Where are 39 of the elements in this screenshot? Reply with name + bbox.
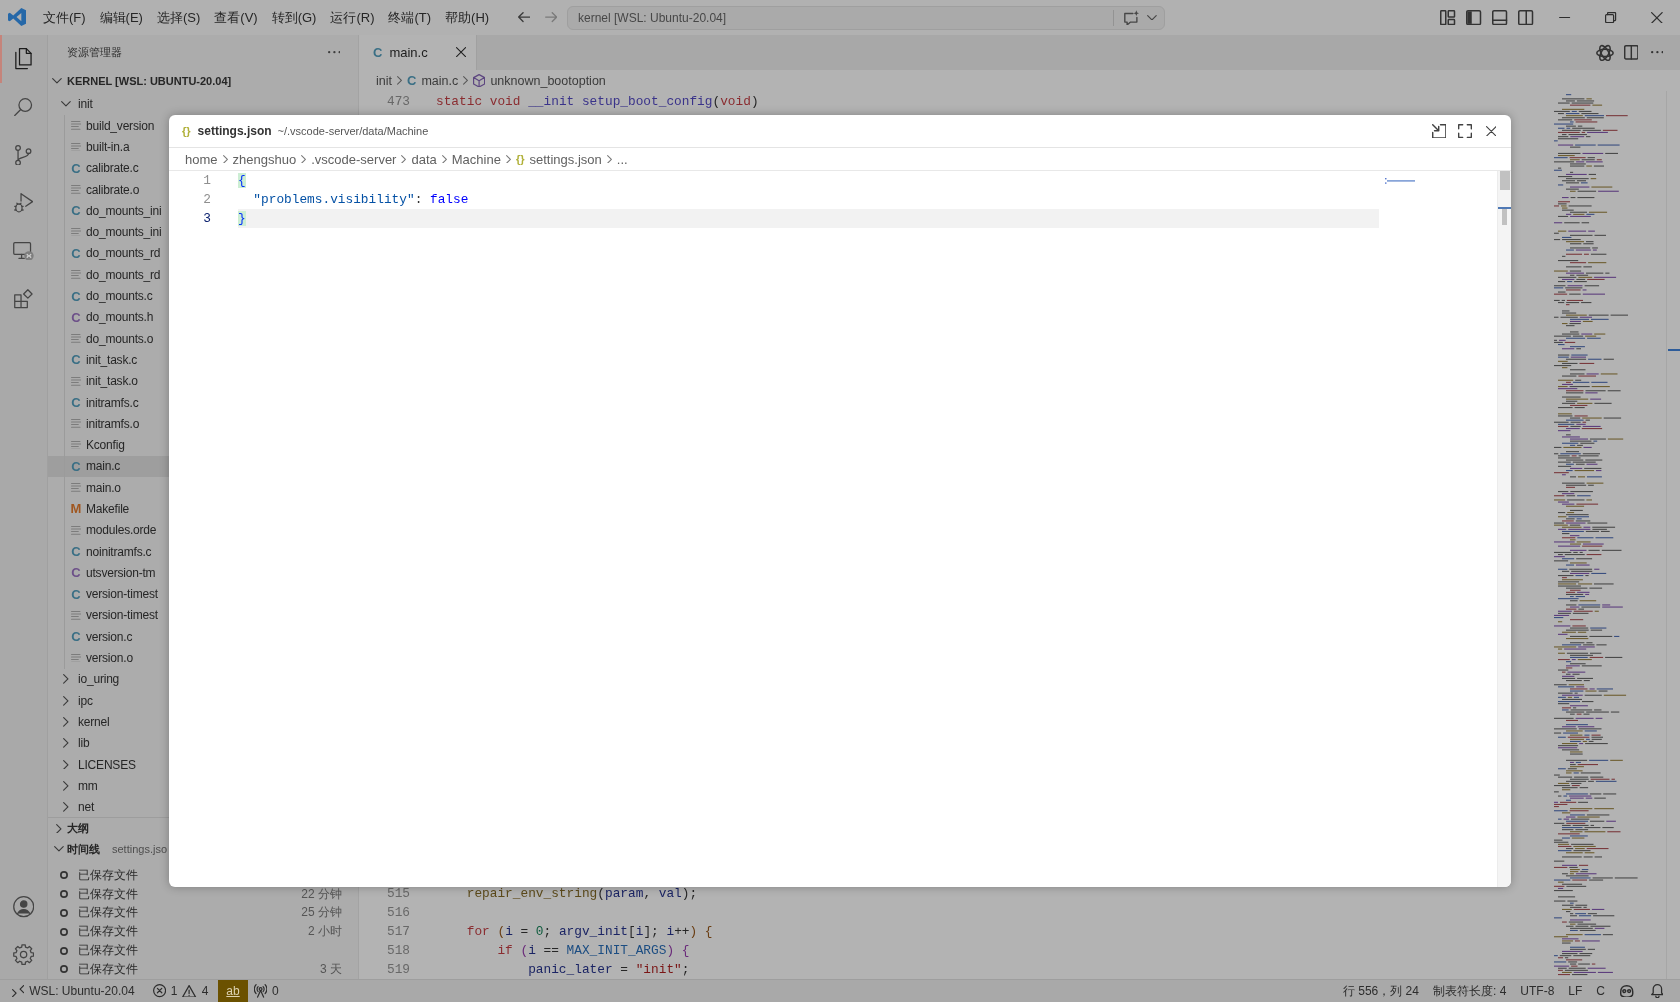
- file-type-icon: C: [71, 396, 81, 409]
- line-number: 1: [202, 172, 211, 190]
- file-type-icon: {}: [515, 153, 525, 165]
- line-number: 517: [385, 923, 410, 941]
- line-number: 516: [385, 904, 410, 922]
- line-number: 473: [385, 93, 410, 111]
- timeline-time: 22 分钟: [301, 885, 342, 903]
- sidebar-title: 资源管理器: [67, 45, 122, 60]
- code-line: panic_later = "init";: [528, 961, 690, 979]
- code-line: "problems.visibility": false: [253, 191, 469, 209]
- file-type-icon: C: [71, 289, 81, 303]
- timeline-time: 2 小时: [308, 923, 342, 941]
- file-type-icon: C: [373, 46, 383, 59]
- line-number: 518: [385, 942, 410, 960]
- file-type-icon: C: [71, 310, 81, 324]
- file-type-icon: C: [71, 587, 81, 601]
- peek-title: settings.json: [197, 124, 272, 138]
- file-type-icon: C: [71, 204, 81, 218]
- file-type-icon: M: [70, 502, 82, 516]
- file-type-icon: C: [71, 246, 81, 260]
- file-type-icon: C: [71, 459, 81, 473]
- file-type-icon: C: [407, 74, 417, 87]
- timeline-time: 3 天: [320, 960, 342, 978]
- line-number: 2: [202, 191, 211, 209]
- timeline-time: 25 分钟: [301, 904, 342, 922]
- file-type-icon: C: [71, 353, 81, 367]
- code-line: if (i == MAX_INIT_ARGS) {: [497, 942, 690, 960]
- code-line: static void __init setup_boot_config(void): [436, 93, 759, 111]
- peek-path: ~/.vscode-server/data/Machine: [277, 125, 429, 137]
- file-type-icon: C: [71, 161, 81, 175]
- line-number: 519: [385, 961, 410, 979]
- code-line: repair_env_string(param, val);: [466, 885, 698, 903]
- file-type-icon: {}: [182, 125, 191, 137]
- file-type-icon: C: [71, 566, 81, 580]
- line-number: 3: [202, 210, 211, 228]
- file-type-icon: C: [71, 630, 81, 644]
- line-number: 515: [385, 885, 410, 903]
- code-line: for (i = 0; argv_init[i]; i++) {: [466, 923, 713, 941]
- file-type-icon: C: [71, 545, 81, 559]
